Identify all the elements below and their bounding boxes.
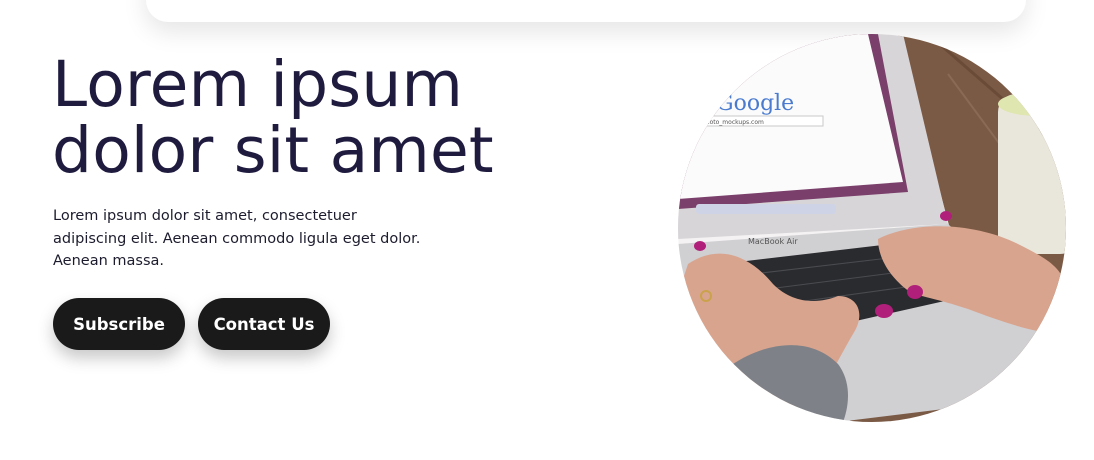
laptop-photo: Google photo_mockups.com MacBook Air [678, 34, 1066, 422]
header-bar [146, 0, 1026, 22]
subscribe-button[interactable]: Subscribe [53, 298, 185, 350]
hero-image: Google photo_mockups.com MacBook Air [678, 34, 1066, 422]
hero-description: Lorem ipsum dolor sit amet, consectetuer… [53, 208, 421, 269]
screen-logo-text: Google [716, 91, 794, 116]
laptop-brand-text: MacBook Air [748, 237, 798, 246]
hero-title-line-1: Lorem ipsum [52, 48, 464, 121]
hero-title: Lorem ipsum dolor sit amet [52, 52, 494, 184]
contact-us-button[interactable]: Contact Us [198, 298, 330, 350]
hero-title-line-2: dolor sit amet [52, 114, 494, 187]
screen-url-text: photo_mockups.com [702, 119, 764, 126]
